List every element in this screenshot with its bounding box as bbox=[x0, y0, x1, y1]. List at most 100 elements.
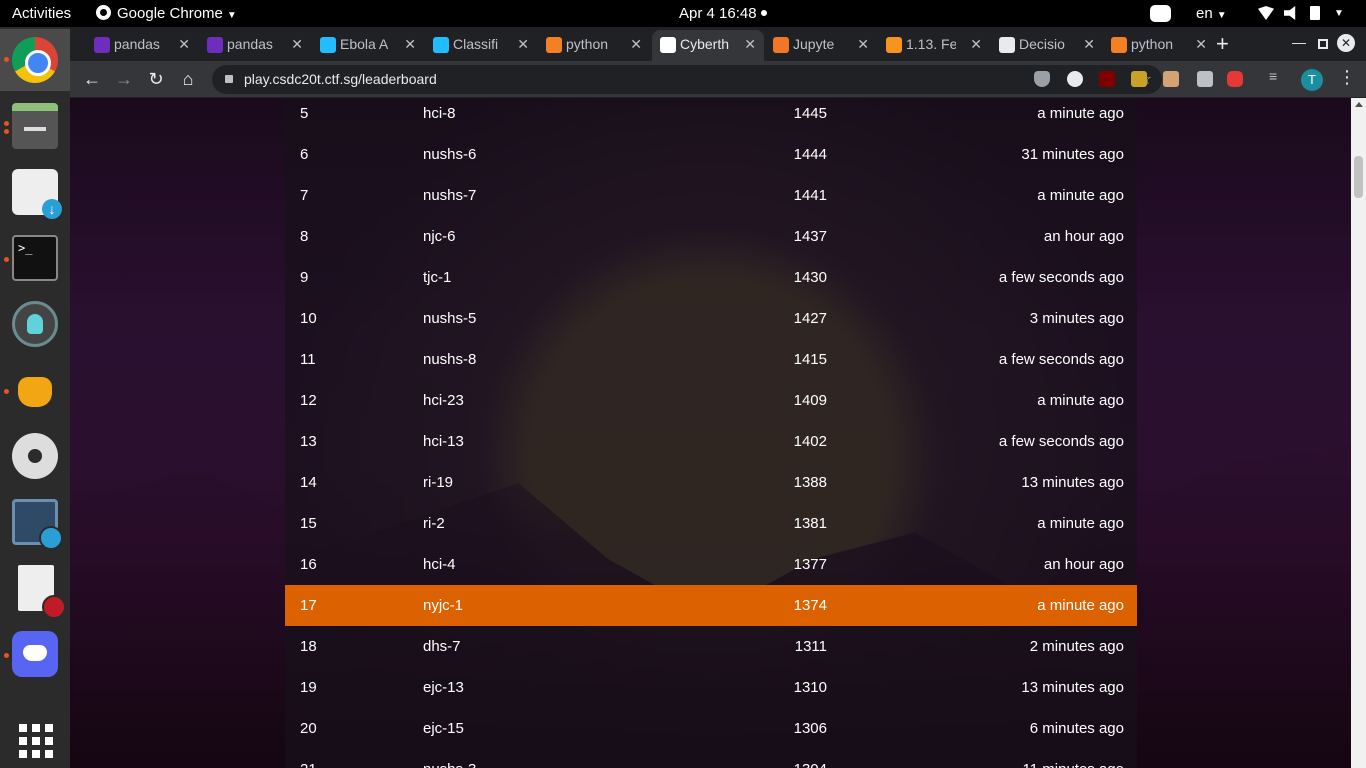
score-cell: 1445 bbox=[793, 105, 827, 122]
reload-icon[interactable]: ↻ bbox=[144, 67, 168, 91]
tab-close-icon[interactable]: ✕ bbox=[404, 30, 416, 58]
rank-cell: 18 bbox=[300, 638, 317, 655]
browser-tab[interactable]: Jupyte ✕ bbox=[765, 30, 877, 61]
tab-close-icon[interactable]: ✕ bbox=[178, 30, 190, 58]
minimize-button[interactable]: — bbox=[1292, 34, 1306, 50]
running-indicator bbox=[4, 121, 9, 126]
maximize-button[interactable] bbox=[1318, 39, 1328, 49]
browser-tab[interactable]: python ✕ bbox=[1103, 30, 1215, 61]
youtube-extension-icon[interactable] bbox=[1227, 71, 1243, 87]
score-cell: 1437 bbox=[793, 228, 827, 245]
last-solve-time-cell: a few seconds ago bbox=[998, 269, 1124, 286]
battery-icon bbox=[1310, 6, 1320, 20]
tab-close-icon[interactable]: ✕ bbox=[1195, 30, 1207, 58]
media-control-icon[interactable]: ≡ bbox=[1269, 68, 1285, 84]
table-row: 16 hci-4 1377 an hour ago bbox=[285, 544, 1137, 585]
language-indicator[interactable]: en ▼ bbox=[1196, 0, 1227, 27]
running-indicator bbox=[4, 653, 9, 658]
browser-tab[interactable]: 1.13. Fe ✕ bbox=[878, 30, 990, 61]
rank-cell: 10 bbox=[300, 310, 317, 327]
score-cell: 1304 bbox=[794, 749, 827, 768]
tab-title: Decisio bbox=[1019, 36, 1065, 52]
tab-favicon-icon bbox=[773, 37, 789, 53]
menu-icon[interactable]: ⋮ bbox=[1338, 67, 1356, 88]
scroll-up-icon[interactable] bbox=[1355, 102, 1363, 107]
extension-icon[interactable] bbox=[1197, 71, 1213, 87]
chrome-icon bbox=[96, 5, 111, 20]
tab-close-icon[interactable]: ✕ bbox=[970, 30, 982, 58]
teapot-icon[interactable] bbox=[12, 367, 58, 413]
clock[interactable]: Apr 4 16:48 bbox=[679, 0, 767, 27]
extension-icon[interactable] bbox=[1131, 71, 1147, 87]
terminal-icon[interactable]: >_ bbox=[12, 235, 58, 281]
scrollbar[interactable] bbox=[1351, 98, 1366, 768]
profile-avatar[interactable]: T bbox=[1301, 69, 1323, 91]
tab-title: Jupyte bbox=[793, 36, 835, 52]
downloads-icon[interactable] bbox=[12, 169, 62, 219]
team-name-cell: dhs-7 bbox=[423, 638, 461, 655]
last-solve-time-cell: a minute ago bbox=[1037, 392, 1124, 409]
team-name-cell: ejc-13 bbox=[423, 679, 464, 696]
tab-close-icon[interactable]: ✕ bbox=[291, 30, 303, 58]
leaderboard-table: 5 hci-8 1445 a minute ago 6 nushs-6 1444 31 min… bbox=[285, 98, 1137, 768]
window-close-button[interactable]: ✕ bbox=[1337, 34, 1355, 52]
table-row: 12 hci-23 1409 a minute ago bbox=[285, 380, 1137, 421]
team-name-cell: ri-19 bbox=[423, 474, 454, 491]
browser-tab[interactable]: python ✕ bbox=[538, 30, 650, 61]
ublock-icon[interactable] bbox=[1099, 71, 1115, 87]
last-solve-time-cell: 31 minutes ago bbox=[1021, 146, 1124, 163]
tab-favicon-icon bbox=[320, 37, 336, 53]
tab-favicon-icon bbox=[1111, 37, 1127, 53]
forward-icon[interactable]: → bbox=[112, 67, 136, 91]
browser-tab[interactable]: Classifi ✕ bbox=[425, 30, 537, 61]
files-icon[interactable] bbox=[12, 103, 58, 149]
settings-icon[interactable] bbox=[12, 433, 58, 479]
rank-cell: 11 bbox=[300, 351, 316, 368]
score-cell: 1381 bbox=[793, 515, 827, 532]
tab-close-icon[interactable]: ✕ bbox=[630, 30, 642, 58]
system-tray[interactable]: ▼ bbox=[1258, 0, 1344, 27]
score-cell: 1415 bbox=[793, 351, 827, 368]
browser-tab[interactable]: Decisio ✕ bbox=[991, 30, 1103, 61]
browser-tab[interactable]: pandas ✕ bbox=[86, 30, 198, 61]
notification-dot-icon bbox=[760, 10, 767, 16]
scrollbar-thumb[interactable] bbox=[1354, 156, 1363, 198]
score-cell: 1441 bbox=[793, 187, 827, 204]
team-name-cell: nyjc-1 bbox=[423, 597, 464, 614]
show-apps-icon[interactable] bbox=[12, 717, 58, 763]
new-tab-button[interactable]: + bbox=[1216, 31, 1229, 57]
gitkraken-icon[interactable] bbox=[12, 301, 58, 347]
chrome-icon[interactable] bbox=[12, 37, 58, 83]
document-viewer-icon[interactable] bbox=[18, 565, 66, 619]
screenshot-icon[interactable] bbox=[12, 499, 63, 550]
back-icon[interactable]: ← bbox=[80, 67, 104, 91]
table-row: 9 tjc-1 1430 a few seconds ago bbox=[285, 257, 1137, 298]
lock-icon bbox=[225, 75, 233, 83]
last-solve-time-cell: a minute ago bbox=[1037, 187, 1124, 204]
discord-icon[interactable] bbox=[12, 631, 58, 677]
running-indicator bbox=[4, 129, 9, 134]
dock: >_ bbox=[0, 27, 70, 768]
extension-icon[interactable] bbox=[1163, 71, 1179, 87]
activities-button[interactable]: Activities bbox=[12, 0, 71, 27]
home-icon[interactable]: ⌂ bbox=[176, 67, 200, 91]
shield-extension-icon[interactable] bbox=[1034, 71, 1050, 87]
wifi-icon bbox=[1258, 6, 1274, 20]
tab-close-icon[interactable]: ✕ bbox=[857, 30, 869, 58]
tab-favicon-icon bbox=[660, 37, 676, 53]
tab-close-icon[interactable]: ✕ bbox=[517, 30, 529, 58]
browser-tab[interactable]: Cyberth ✕ bbox=[652, 30, 764, 61]
extension-icon[interactable] bbox=[1067, 71, 1083, 87]
tab-favicon-icon bbox=[433, 37, 449, 53]
tab-close-icon[interactable]: ✕ bbox=[1083, 30, 1095, 58]
app-menu-label: Google Chrome bbox=[117, 5, 223, 22]
address-bar[interactable]: play.csdc20t.ctf.sg/leaderboard ☆ bbox=[212, 65, 1162, 94]
clock-label: Apr 4 16:48 bbox=[679, 5, 757, 22]
browser-tab[interactable]: Ebola A ✕ bbox=[312, 30, 424, 61]
rank-cell: 21 bbox=[300, 749, 317, 768]
tab-close-icon[interactable]: ✕ bbox=[744, 30, 756, 58]
browser-tab[interactable]: pandas ✕ bbox=[199, 30, 311, 61]
discord-tray-icon[interactable] bbox=[1150, 5, 1171, 22]
last-solve-time-cell: a minute ago bbox=[1037, 597, 1124, 614]
app-menu[interactable]: Google Chrome ▼ bbox=[96, 0, 237, 27]
